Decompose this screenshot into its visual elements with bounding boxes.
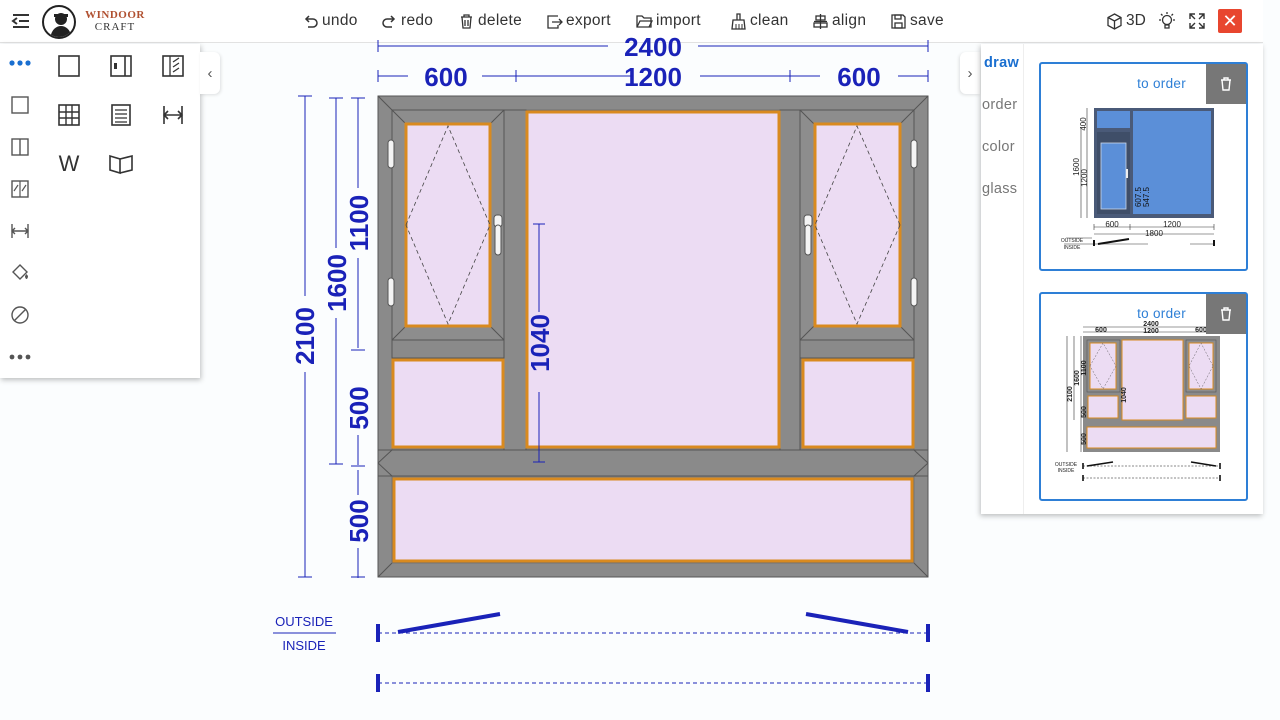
left-transom[interactable]	[391, 339, 505, 359]
card1-dim-600: 600	[1105, 220, 1119, 229]
hinge-icon	[910, 139, 918, 169]
card1-dim-1200: 1200	[1080, 169, 1089, 187]
glass-right-lower[interactable]	[801, 358, 915, 449]
glass-left-lower[interactable]	[391, 358, 505, 449]
collapse-right-button[interactable]: ›	[960, 52, 980, 94]
square-frame-icon[interactable]	[9, 94, 31, 116]
card1-inside: INSIDE	[1064, 245, 1081, 251]
collapse-left-button[interactable]: ‹	[200, 52, 220, 94]
width-dimension-icon[interactable]	[160, 102, 186, 128]
dim-center-height[interactable]: 1040	[525, 314, 555, 372]
opening-direction-diagram	[376, 612, 930, 692]
card1-dim-1200w: 1200	[1163, 220, 1181, 229]
trash-icon	[1221, 77, 1231, 91]
left-handle-grip	[494, 224, 502, 256]
card2-dim-1040: 1040	[1121, 387, 1128, 403]
card1-outside: OUTSIDE	[1061, 238, 1084, 244]
to-order-link[interactable]: to order	[1137, 76, 1186, 91]
left-sash[interactable]	[391, 109, 505, 341]
card2-dim-1100: 1100	[1081, 360, 1088, 375]
dim-right-width[interactable]: 600	[837, 62, 880, 92]
side-sash-icon[interactable]	[108, 53, 134, 79]
trash-icon	[1221, 307, 1231, 321]
dim-overall-width[interactable]: 2400	[624, 32, 682, 62]
outside-label: OUTSIDE	[275, 614, 333, 629]
card2-dim-500a: 500	[1081, 406, 1088, 418]
grid-mullion-icon[interactable]	[56, 102, 82, 128]
glass-center[interactable]	[525, 110, 781, 449]
hinge-icon	[910, 277, 918, 307]
card1-dim-400: 400	[1079, 117, 1088, 131]
dim-transom-height[interactable]: 500	[344, 386, 374, 429]
hinge-icon	[387, 277, 395, 307]
card2-inside: INSIDE	[1058, 468, 1075, 474]
more-dots-icon[interactable]	[9, 52, 31, 74]
card2-dim-2100: 2100	[1067, 386, 1074, 402]
hinge-icon	[387, 139, 395, 169]
dim-upper-height[interactable]: 1600	[322, 254, 352, 312]
casement-icon[interactable]	[160, 53, 186, 79]
inside-label: INSIDE	[282, 638, 326, 653]
delete-card-button[interactable]	[1206, 64, 1246, 104]
chevron-right-icon: ›	[967, 64, 973, 82]
text-w-label: W	[58, 151, 80, 176]
blind-icon[interactable]	[108, 102, 134, 128]
to-order-link[interactable]: to order	[1137, 306, 1186, 321]
design-card[interactable]: 2400 600 1200 600 1100 1600 2100 500 500…	[1039, 292, 1248, 501]
book-open-icon[interactable]	[108, 151, 134, 177]
right-handle-grip	[804, 224, 812, 256]
dimension-icon[interactable]	[9, 220, 31, 242]
card2-dim-2400: 2400	[1143, 321, 1159, 328]
tab-draw[interactable]: draw	[984, 55, 1019, 71]
right-sash[interactable]	[799, 109, 915, 341]
paint-bucket-icon[interactable]	[9, 262, 31, 284]
chevron-left-icon: ‹	[207, 64, 213, 82]
right-transom[interactable]	[799, 339, 915, 359]
circle-slash-icon[interactable]	[9, 304, 31, 326]
right-panel: draw order color glass 400 1600 1200 607…	[981, 44, 1263, 514]
glass-bottom[interactable]	[392, 477, 914, 563]
dim-left-width[interactable]: 600	[424, 62, 467, 92]
sash-split-icon[interactable]	[9, 178, 31, 200]
left-mullion[interactable]	[503, 109, 527, 451]
delete-card-button[interactable]	[1206, 294, 1246, 334]
dim-overall-height[interactable]: 2100	[290, 307, 320, 365]
card2-dim-1600: 1600	[1074, 370, 1081, 386]
more-dots-icon[interactable]	[9, 346, 31, 368]
card2-dim-600a: 600	[1095, 327, 1107, 334]
dim-center-width[interactable]: 1200	[624, 62, 682, 92]
main-transom[interactable]	[377, 449, 929, 477]
dim-sash-height[interactable]: 1100	[344, 195, 374, 251]
text-w-icon[interactable]: W	[56, 151, 82, 177]
right-mullion[interactable]	[779, 109, 801, 451]
card1-dim-1800: 1800	[1145, 229, 1163, 238]
tools-panel: W	[0, 44, 200, 378]
design-card[interactable]: 400 1600 1200 607.5 547.5 600 1200 1800 …	[1039, 62, 1248, 271]
fixed-frame-icon[interactable]	[56, 53, 82, 79]
tab-color[interactable]: color	[982, 139, 1015, 155]
tab-order[interactable]: order	[982, 97, 1017, 113]
dim-bottom-height[interactable]: 500	[344, 499, 374, 542]
card2-dim-500b: 500	[1081, 433, 1088, 445]
card2-dim-1200: 1200	[1143, 328, 1159, 335]
tab-glass[interactable]: glass	[982, 181, 1017, 197]
tab-divider	[1023, 44, 1024, 514]
two-pane-icon[interactable]	[9, 136, 31, 158]
card1-dim-547: 547.5	[1142, 186, 1151, 207]
